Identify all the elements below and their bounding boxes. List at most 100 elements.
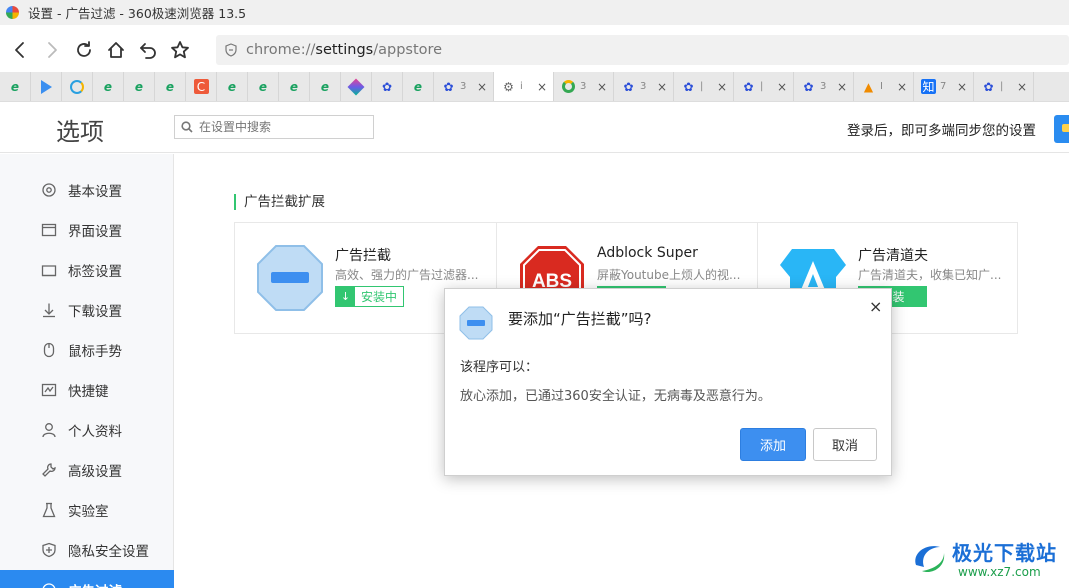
browser-tab[interactable]: ✿ | ×	[734, 72, 794, 101]
sidebar-item-label: 个人资料	[68, 424, 122, 440]
browser-tab[interactable]: ✿ 3 ×	[794, 72, 854, 101]
browser-tab[interactable]: 3 ×	[554, 72, 614, 101]
extension-name: 广告拦截	[335, 248, 391, 264]
browser-tab[interactable]	[62, 72, 93, 101]
browser-logo-icon	[6, 6, 19, 19]
tab-close-icon[interactable]: ×	[477, 80, 487, 94]
360-e-icon: e	[165, 79, 175, 94]
tab-title: |	[700, 81, 704, 92]
bookmark-button[interactable]	[164, 35, 196, 65]
cancel-button[interactable]: 取消	[813, 428, 877, 461]
ring-icon	[561, 79, 576, 94]
search-input[interactable]	[199, 120, 359, 134]
tab-close-icon[interactable]: ×	[837, 80, 847, 94]
baidu-paw-icon: ✿	[623, 79, 634, 94]
browser-tab[interactable]: ✿	[372, 72, 403, 101]
home-button[interactable]	[100, 35, 132, 65]
close-icon[interactable]: ×	[869, 297, 882, 316]
login-button[interactable]	[1054, 115, 1069, 143]
360-e-icon: e	[289, 79, 299, 94]
baidu-paw-icon: ✿	[683, 79, 694, 94]
adblock-octagon-icon	[459, 306, 493, 340]
sidebar-item[interactable]: 鼠标手势	[0, 330, 174, 370]
star-icon	[171, 41, 189, 59]
360-e-icon: e	[134, 79, 144, 94]
settings-search[interactable]	[174, 115, 374, 139]
sidebar-item[interactable]: 个人资料	[0, 410, 174, 450]
browser-tab[interactable]: C	[186, 72, 217, 101]
extension-name: Adblock Super	[597, 245, 698, 261]
tab-close-icon[interactable]: ×	[657, 80, 667, 94]
sidebar-item-label: 实验室	[68, 504, 109, 520]
baidu-paw-icon: ✿	[743, 79, 754, 94]
baidu-paw-icon: ✿	[983, 79, 994, 94]
tab-close-icon[interactable]: ×	[897, 80, 907, 94]
browser-tab[interactable]: e	[93, 72, 124, 101]
browser-tab[interactable]: e	[310, 72, 341, 101]
tab-close-icon[interactable]: ×	[597, 80, 607, 94]
page-title: 选项	[56, 118, 104, 146]
browser-tab[interactable]: ✿ 3 ×	[434, 72, 494, 101]
settings-header: 选项 登录后，即可多端同步您的设置	[0, 103, 1069, 153]
browser-tab[interactable]: e	[124, 72, 155, 101]
add-button[interactable]: 添加	[740, 428, 806, 461]
sidebar-item[interactable]: 基本设置	[0, 170, 174, 210]
sidebar-item-label: 隐私安全设置	[68, 544, 149, 560]
360-e-icon: e	[227, 79, 237, 94]
tab-close-icon[interactable]: ×	[537, 80, 547, 94]
sidebar-item[interactable]: 标签设置	[0, 250, 174, 290]
sidebar-item[interactable]: 高级设置	[0, 450, 174, 490]
flask-icon	[40, 501, 58, 519]
tab-title: 3	[640, 81, 647, 92]
mouse-icon	[40, 341, 58, 359]
baidu-paw-icon: ✿	[443, 79, 454, 94]
back-button[interactable]	[4, 35, 36, 65]
tab-close-icon[interactable]: ×	[717, 80, 727, 94]
address-bar[interactable]: chrome://settings/appstore	[216, 35, 1069, 65]
sidebar-item[interactable]: 界面设置	[0, 210, 174, 250]
add-extension-dialog: 要添加“广告拦截”吗? × 该程序可以： 放心添加，已通过360安全认证，无病毒…	[444, 288, 892, 476]
browser-tab[interactable]: ▲ I ×	[854, 72, 914, 101]
browser-tab[interactable]: ⚙ i ×	[494, 72, 554, 101]
360-e-icon: e	[258, 79, 268, 94]
browser-tab[interactable]: e	[403, 72, 434, 101]
installing-label: 安装中	[361, 290, 398, 304]
sidebar-item[interactable]: 下载设置	[0, 290, 174, 330]
tab-close-icon[interactable]: ×	[1017, 80, 1027, 94]
person-icon	[40, 421, 58, 439]
sync-prompt: 登录后，即可多端同步您的设置	[847, 123, 1036, 139]
browser-tab[interactable]: ✿ | ×	[674, 72, 734, 101]
browser-tab[interactable]: e	[155, 72, 186, 101]
browser-tab[interactable]	[341, 72, 372, 101]
sidebar-item-label: 下载设置	[68, 304, 122, 320]
settings-sidebar: 基本设置 界面设置 标签设置下载设置鼠标手势快捷键个人资料高级设置实验室隐私安全设置…	[0, 154, 174, 588]
tab-close-icon[interactable]: ×	[777, 80, 787, 94]
undo-close-button[interactable]	[132, 35, 164, 65]
browser-tab[interactable]: ✿ | ×	[974, 72, 1034, 101]
browser-tab[interactable]: e	[217, 72, 248, 101]
sidebar-item[interactable]: 实验室	[0, 490, 174, 530]
reload-icon	[77, 41, 91, 57]
sidebar-item[interactable]: 隐私安全设置	[0, 530, 174, 570]
forward-button[interactable]	[36, 35, 68, 65]
tab-title: I	[880, 81, 883, 92]
browser-tab[interactable]	[31, 72, 62, 101]
browser-tab[interactable]: e	[248, 72, 279, 101]
installing-button[interactable]: ↓ 安装中	[335, 286, 404, 307]
reload-button[interactable]	[68, 35, 100, 65]
sidebar-item[interactable]: 广告过滤	[0, 570, 174, 588]
browser-tab[interactable]: e	[0, 72, 31, 101]
shortcut-icon	[40, 381, 58, 399]
gear-outline-icon	[40, 181, 58, 199]
search-icon	[181, 121, 193, 133]
browser-tab[interactable]: 知 7 ×	[914, 72, 974, 101]
section-title: 广告拦截扩展	[234, 194, 325, 210]
browser-tab[interactable]: e	[279, 72, 310, 101]
browser-tab[interactable]: ✿ 3 ×	[614, 72, 674, 101]
download-arrow-icon: ↓	[336, 287, 355, 306]
sidebar-item-label: 鼠标手势	[68, 344, 122, 360]
watermark: 极光下载站 www.xz7.com	[908, 535, 1068, 585]
sidebar-item[interactable]: 快捷键	[0, 370, 174, 410]
tab-close-icon[interactable]: ×	[957, 80, 967, 94]
play-icon	[39, 79, 54, 94]
